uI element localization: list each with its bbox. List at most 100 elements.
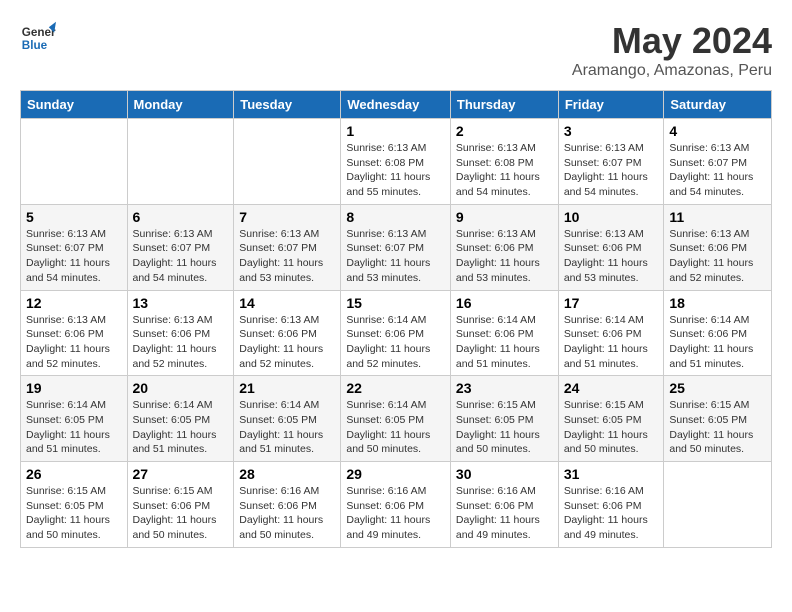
cell-info: Sunrise: 6:15 AMSunset: 6:05 PMDaylight:… xyxy=(26,484,122,543)
day-header-friday: Friday xyxy=(558,91,664,119)
day-number: 28 xyxy=(239,466,335,482)
day-number: 23 xyxy=(456,380,553,396)
cell-info: Sunrise: 6:16 AMSunset: 6:06 PMDaylight:… xyxy=(346,484,445,543)
day-number: 8 xyxy=(346,209,445,225)
calendar-week-3: 12 Sunrise: 6:13 AMSunset: 6:06 PMDayligh… xyxy=(21,290,772,376)
calendar-cell: 13Sunrise: 6:13 AMSunset: 6:06 PMDayligh… xyxy=(127,290,234,376)
day-number: 17 xyxy=(564,295,659,311)
cell-info: Sunrise: 6:16 AMSunset: 6:06 PMDaylight:… xyxy=(564,484,659,543)
location: Aramango, Amazonas, Peru xyxy=(572,62,772,80)
calendar-table: SundayMondayTuesdayWednesdayThursdayFrid… xyxy=(20,90,772,548)
calendar-cell: 25 Sunrise: 6:15 AMSunset: 6:05 PMDayligh… xyxy=(664,376,772,462)
calendar-cell: 16 Sunrise: 6:14 AMSunset: 6:06 PMDayligh… xyxy=(450,290,558,376)
day-number: 29 xyxy=(346,466,445,482)
cell-info: Sunrise: 6:13 AMSunset: 6:06 PMDaylight:… xyxy=(564,227,659,286)
calendar-cell: 23Sunrise: 6:15 AMSunset: 6:05 PMDayligh… xyxy=(450,376,558,462)
day-number: 24 xyxy=(564,380,659,396)
calendar-cell: 17 Sunrise: 6:14 AMSunset: 6:06 PMDayligh… xyxy=(558,290,664,376)
day-number: 1 xyxy=(346,123,445,139)
cell-info: Sunrise: 6:13 AMSunset: 6:07 PMDaylight:… xyxy=(669,141,766,200)
cell-info: Sunrise: 6:13 AMSunset: 6:06 PMDaylight:… xyxy=(239,313,335,372)
day-header-thursday: Thursday xyxy=(450,91,558,119)
cell-info: Sunrise: 6:13 AMSunset: 6:07 PMDaylight:… xyxy=(346,227,445,286)
cell-info: Sunrise: 6:13 AMSunset: 6:06 PMDaylight:… xyxy=(133,313,229,372)
calendar-cell: 2 Sunrise: 6:13 AMSunset: 6:08 PMDaylight… xyxy=(450,119,558,205)
calendar-cell: 4 Sunrise: 6:13 AMSunset: 6:07 PMDaylight… xyxy=(664,119,772,205)
calendar-cell: 9 Sunrise: 6:13 AMSunset: 6:06 PMDaylight… xyxy=(450,204,558,290)
calendar-cell: 15 Sunrise: 6:14 AMSunset: 6:06 PMDayligh… xyxy=(341,290,451,376)
cell-info: Sunrise: 6:16 AMSunset: 6:06 PMDaylight:… xyxy=(239,484,335,543)
calendar-cell: 8 Sunrise: 6:13 AMSunset: 6:07 PMDaylight… xyxy=(341,204,451,290)
day-number: 30 xyxy=(456,466,553,482)
calendar-cell: 10 Sunrise: 6:13 AMSunset: 6:06 PMDayligh… xyxy=(558,204,664,290)
day-number: 10 xyxy=(564,209,659,225)
day-number: 31 xyxy=(564,466,659,482)
calendar-cell: 14Sunrise: 6:13 AMSunset: 6:06 PMDayligh… xyxy=(234,290,341,376)
calendar-cell: 21Sunrise: 6:14 AMSunset: 6:05 PMDayligh… xyxy=(234,376,341,462)
cell-info: Sunrise: 6:13 AMSunset: 6:08 PMDaylight:… xyxy=(346,141,445,200)
day-number: 3 xyxy=(564,123,659,139)
day-number: 6 xyxy=(133,209,229,225)
svg-text:Blue: Blue xyxy=(22,39,48,52)
cell-info: Sunrise: 6:13 AMSunset: 6:07 PMDaylight:… xyxy=(564,141,659,200)
cell-info: Sunrise: 6:13 AMSunset: 6:08 PMDaylight:… xyxy=(456,141,553,200)
cell-info: Sunrise: 6:14 AMSunset: 6:06 PMDaylight:… xyxy=(669,313,766,372)
cell-info: Sunrise: 6:13 AMSunset: 6:06 PMDaylight:… xyxy=(456,227,553,286)
calendar-cell: 18 Sunrise: 6:14 AMSunset: 6:06 PMDayligh… xyxy=(664,290,772,376)
day-number: 20 xyxy=(133,380,229,396)
day-number: 2 xyxy=(456,123,553,139)
day-number: 11 xyxy=(669,209,766,225)
day-number: 16 xyxy=(456,295,553,311)
day-header-tuesday: Tuesday xyxy=(234,91,341,119)
calendar-cell: 28 Sunrise: 6:16 AMSunset: 6:06 PMDayligh… xyxy=(234,462,341,548)
calendar-cell: 29 Sunrise: 6:16 AMSunset: 6:06 PMDayligh… xyxy=(341,462,451,548)
calendar-cell: 5 Sunrise: 6:13 AMSunset: 6:07 PMDaylight… xyxy=(21,204,128,290)
cell-info: Sunrise: 6:13 AMSunset: 6:07 PMDaylight:… xyxy=(26,227,122,286)
calendar-week-2: 5 Sunrise: 6:13 AMSunset: 6:07 PMDaylight… xyxy=(21,204,772,290)
calendar-cell: 3 Sunrise: 6:13 AMSunset: 6:07 PMDaylight… xyxy=(558,119,664,205)
cell-info: Sunrise: 6:14 AMSunset: 6:06 PMDaylight:… xyxy=(346,313,445,372)
day-number: 18 xyxy=(669,295,766,311)
calendar-cell: 12 Sunrise: 6:13 AMSunset: 6:06 PMDayligh… xyxy=(21,290,128,376)
cell-info: Sunrise: 6:14 AMSunset: 6:05 PMDaylight:… xyxy=(239,398,335,457)
day-number: 4 xyxy=(669,123,766,139)
calendar-cell: 24 Sunrise: 6:15 AMSunset: 6:05 PMDayligh… xyxy=(558,376,664,462)
cell-info: Sunrise: 6:13 AMSunset: 6:07 PMDaylight:… xyxy=(239,227,335,286)
cell-info: Sunrise: 6:13 AMSunset: 6:07 PMDaylight:… xyxy=(133,227,229,286)
calendar-cell: 19Sunrise: 6:14 AMSunset: 6:05 PMDayligh… xyxy=(21,376,128,462)
day-number: 5 xyxy=(26,209,122,225)
cell-info: Sunrise: 6:16 AMSunset: 6:06 PMDaylight:… xyxy=(456,484,553,543)
calendar-cell xyxy=(234,119,341,205)
logo-icon: General Blue xyxy=(20,20,56,56)
day-number: 9 xyxy=(456,209,553,225)
day-number: 15 xyxy=(346,295,445,311)
day-number: 12 xyxy=(26,295,122,311)
day-number: 7 xyxy=(239,209,335,225)
calendar-cell xyxy=(21,119,128,205)
day-number: 26 xyxy=(26,466,122,482)
cell-info: Sunrise: 6:14 AMSunset: 6:06 PMDaylight:… xyxy=(564,313,659,372)
day-header-sunday: Sunday xyxy=(21,91,128,119)
calendar-cell: 6 Sunrise: 6:13 AMSunset: 6:07 PMDaylight… xyxy=(127,204,234,290)
cell-info: Sunrise: 6:14 AMSunset: 6:05 PMDaylight:… xyxy=(133,398,229,457)
logo: General Blue xyxy=(20,20,56,56)
calendar-cell: 1 Sunrise: 6:13 AMSunset: 6:08 PMDaylight… xyxy=(341,119,451,205)
calendar-cell xyxy=(664,462,772,548)
cell-info: Sunrise: 6:15 AMSunset: 6:05 PMDaylight:… xyxy=(564,398,659,457)
calendar-cell: 27 Sunrise: 6:15 AMSunset: 6:06 PMDayligh… xyxy=(127,462,234,548)
calendar-cell xyxy=(127,119,234,205)
title-block: May 2024 Aramango, Amazonas, Peru xyxy=(572,20,772,80)
calendar-cell: 26 Sunrise: 6:15 AMSunset: 6:05 PMDayligh… xyxy=(21,462,128,548)
day-number: 22 xyxy=(346,380,445,396)
day-number: 27 xyxy=(133,466,229,482)
calendar-header: SundayMondayTuesdayWednesdayThursdayFrid… xyxy=(21,91,772,119)
cell-info: Sunrise: 6:13 AMSunset: 6:06 PMDaylight:… xyxy=(26,313,122,372)
cell-info: Sunrise: 6:15 AMSunset: 6:05 PMDaylight:… xyxy=(669,398,766,457)
month-year: May 2024 xyxy=(572,20,772,62)
day-header-saturday: Saturday xyxy=(664,91,772,119)
cell-info: Sunrise: 6:14 AMSunset: 6:05 PMDaylight:… xyxy=(26,398,122,457)
cell-info: Sunrise: 6:14 AMSunset: 6:05 PMDaylight:… xyxy=(346,398,445,457)
day-number: 25 xyxy=(669,380,766,396)
cell-info: Sunrise: 6:14 AMSunset: 6:06 PMDaylight:… xyxy=(456,313,553,372)
cell-info: Sunrise: 6:15 AMSunset: 6:06 PMDaylight:… xyxy=(133,484,229,543)
